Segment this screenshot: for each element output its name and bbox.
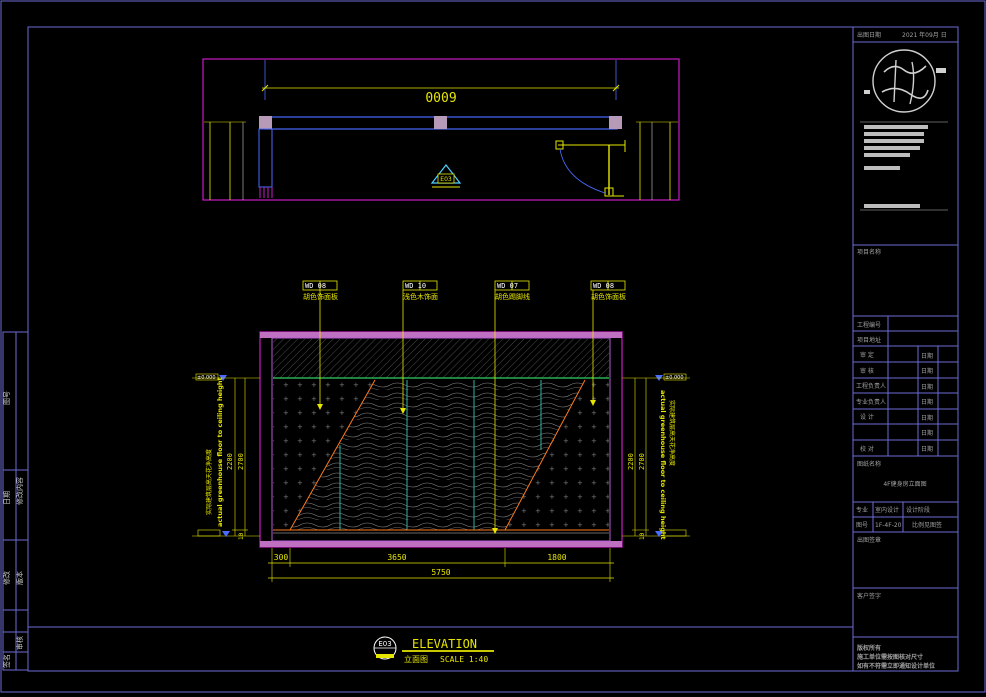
plan-view: 0009 E03 (202, 58, 680, 201)
revision-strip: 图号 修改内容 日期 版本 修改 审核 签名 (2, 331, 29, 671)
plan-door (555, 140, 626, 197)
right-height-note-cn: 实际建筑层高天花净高度 (668, 400, 676, 466)
left-height-note-cn: 实际建筑层高天花净高度 (205, 449, 213, 515)
title-scale: SCALE 1:40 (440, 655, 488, 664)
dim-1800: 1800 (547, 553, 566, 562)
elevation-view: WD 08 胡色饰面板 WD 10 浅色木饰面 WD 07 胡色踢脚线 WD 0… (192, 280, 690, 582)
row-role: 校 对 (860, 445, 874, 453)
note-line: 如有不符需立即通知设计单位 (857, 662, 935, 670)
tag-code: WD 08 (305, 282, 326, 290)
title-block-panel: 出图日期 2021 年09月 日 项目名称 工程编号 项目地址 审 定 日期 审… (853, 31, 958, 670)
row-date: 日期 (921, 398, 933, 406)
row-role: 审 定 (860, 351, 874, 359)
sign-rows: 审 定 日期 审 核 日期 工程负责人 日期 专业负责人 日期 设 计 日期 日… (853, 346, 958, 457)
drawing-no: 1F-4F-20 (875, 522, 902, 529)
cad-drawing-sheet: + 图号 修改内容 日期 版本 修改 审核 签名 (0, 0, 986, 693)
dim-10-right: 10 (639, 532, 646, 540)
title-cn: 立面图 (404, 654, 428, 664)
horizontal-dimensions: 300 3650 1800 5750 (268, 548, 614, 582)
tag-desc: 浅色木饰面 (403, 292, 438, 301)
date-value: 2021 年09月 日 (902, 31, 947, 39)
row-role: 专业负责人 (856, 398, 886, 406)
tag-desc: 胡色饰面板 (303, 292, 338, 301)
title-tag: E03 (378, 640, 391, 648)
left-height-note-en: actual greenhouse floor to ceiling heigh… (216, 377, 224, 527)
dim-5750: 5750 (431, 568, 450, 577)
spec-label: 专业 (856, 506, 868, 514)
strip-label-drawing-no: 图号 (3, 391, 11, 405)
client-label: 客户签字 (857, 592, 881, 600)
strip-label-review: 审核 (15, 636, 24, 650)
right-vertical-dimensions: ±0.000 2200 2700 10 actual greenhouse fl… (622, 373, 690, 540)
note-line: 版权所有 (856, 644, 881, 652)
strip-label-version: 版本 (15, 571, 24, 585)
drawing-name-label: 图纸名称 (857, 460, 881, 468)
strip-label-date: 日期 (3, 491, 11, 505)
row-role: 审 核 (860, 367, 874, 375)
tag-code: WD 10 (405, 282, 426, 290)
stamp-label: 出图签章 (857, 536, 881, 544)
dim-2700-left: 2700 (237, 453, 245, 470)
date-label: 出图日期 (857, 31, 881, 39)
strip-label-content: 修改内容 (15, 477, 24, 505)
spec-value: 室内设计 (875, 506, 899, 514)
plan-overall-dimension: 0009 (425, 91, 456, 106)
column-left (259, 116, 272, 129)
dim-2700-right: 2700 (638, 453, 646, 470)
left-vertical-dimensions: ±0.000 2200 2700 10 actual greenhouse fl… (192, 373, 260, 540)
drawing-canvas: + 图号 修改内容 日期 版本 修改 审核 签名 (0, 0, 986, 693)
right-height-note-en: actual greenhouse floor to ceiling heigh… (659, 390, 667, 540)
tag-code: WD 08 (593, 282, 614, 290)
row-date: 日期 (921, 429, 933, 437)
drawing-name: 4F健身房立面图 (883, 480, 926, 488)
project-no-label: 工程编号 (857, 321, 881, 329)
tag-desc: 胡色饰面板 (591, 292, 626, 301)
row-date: 日期 (921, 367, 933, 375)
note-line: 施工单位需按图核对尺寸 (857, 653, 923, 661)
dim-2200-right: 2200 (627, 453, 635, 470)
studio-logo (864, 49, 946, 113)
plan-view-tag: E03 (440, 176, 452, 183)
floor-band (260, 541, 622, 547)
ceiling-band (260, 332, 622, 338)
stage-value: 比例见图签 (912, 521, 942, 529)
tag-code: WD 07 (497, 282, 518, 290)
row-date: 日期 (921, 352, 933, 360)
drawing-title: E03 ELEVATION 立面图 SCALE 1:40 (373, 636, 494, 664)
strip-label-modify: 修改 (2, 571, 11, 585)
project-name-label: 项目名称 (857, 248, 881, 256)
project-addr-label: 项目地址 (857, 336, 881, 344)
strip-label-sign: 签名 (2, 654, 11, 668)
row-role: 设 计 (860, 413, 874, 421)
column-mid (434, 116, 447, 129)
plan-view-marker: E03 (430, 164, 462, 188)
ceiling-hatch (273, 339, 609, 378)
row-date: 日期 (921, 414, 933, 422)
tag-desc: 胡色踢脚线 (495, 292, 530, 301)
company-info-bars (860, 121, 948, 211)
row-date: 日期 (921, 445, 933, 453)
stage-label: 设计阶段 (906, 506, 930, 514)
row-date: 日期 (921, 383, 933, 391)
dim-3650: 3650 (387, 553, 406, 562)
title-en: ELEVATION (412, 637, 477, 651)
dim-10-left: 10 (238, 532, 245, 540)
drawing-no-label: 图号 (856, 522, 868, 529)
dim-300: 300 (274, 553, 289, 562)
column-right (609, 116, 622, 129)
row-role: 工程负责人 (856, 382, 886, 390)
dim-2200-left: 2200 (226, 453, 234, 470)
